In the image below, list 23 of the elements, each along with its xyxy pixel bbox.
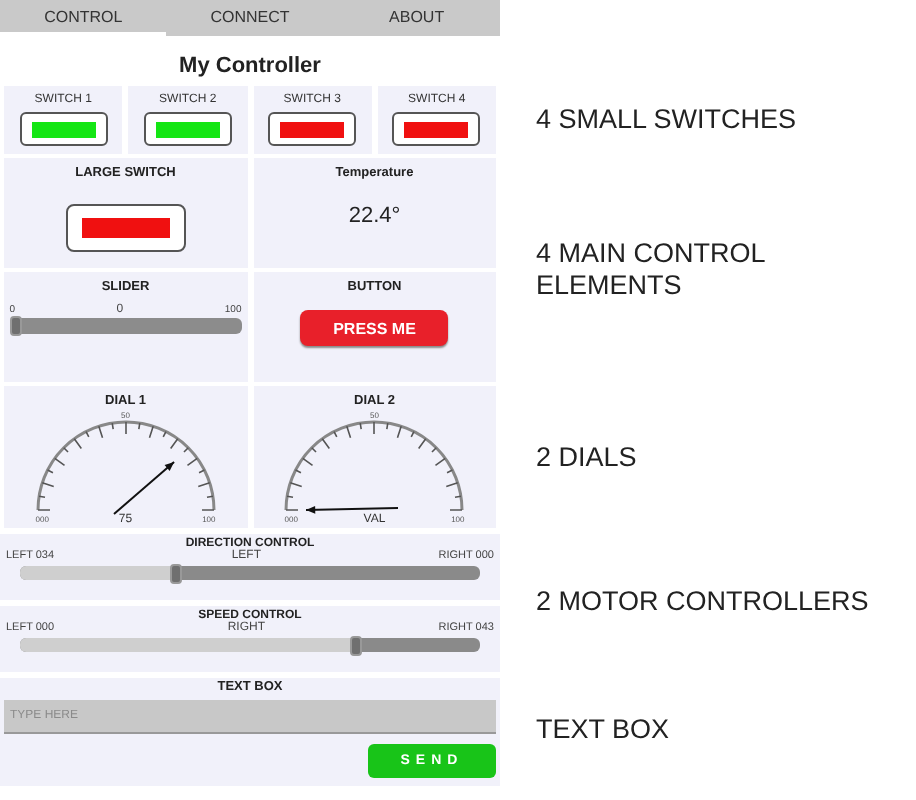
toggle-switch[interactable] (268, 112, 357, 146)
annotation-label: 2 MOTOR CONTROLLERS (534, 586, 871, 618)
annotation-label: 4 SMALL SWITCHES (534, 104, 799, 136)
slider-thumb[interactable] (9, 316, 22, 336)
annotation-label: 4 MAIN CONTROL ELEMENTS (534, 238, 767, 302)
toggle-switch[interactable] (143, 112, 232, 146)
temperature-value: 22.4° (348, 204, 401, 228)
motor-slider-track[interactable] (20, 566, 480, 580)
press-button[interactable]: PRESS ME (300, 310, 449, 346)
needle (305, 505, 400, 514)
slider-thumb[interactable] (170, 564, 183, 584)
annotation-label: 2 DIALS (534, 441, 639, 473)
toggle-switch[interactable] (65, 204, 186, 252)
tab[interactable]: CONTROL (0, 0, 167, 36)
slider-track[interactable] (9, 318, 242, 334)
toggle-switch[interactable] (19, 112, 108, 146)
annotation-label: TEXT BOX (534, 714, 672, 746)
toggle-switch[interactable] (392, 112, 481, 146)
tab[interactable]: CONNECT (166, 0, 334, 36)
tab[interactable]: ABOUT (333, 0, 500, 36)
needle (112, 460, 175, 515)
motor-slider-track[interactable] (20, 638, 480, 652)
app-title: My Controller (177, 54, 323, 82)
